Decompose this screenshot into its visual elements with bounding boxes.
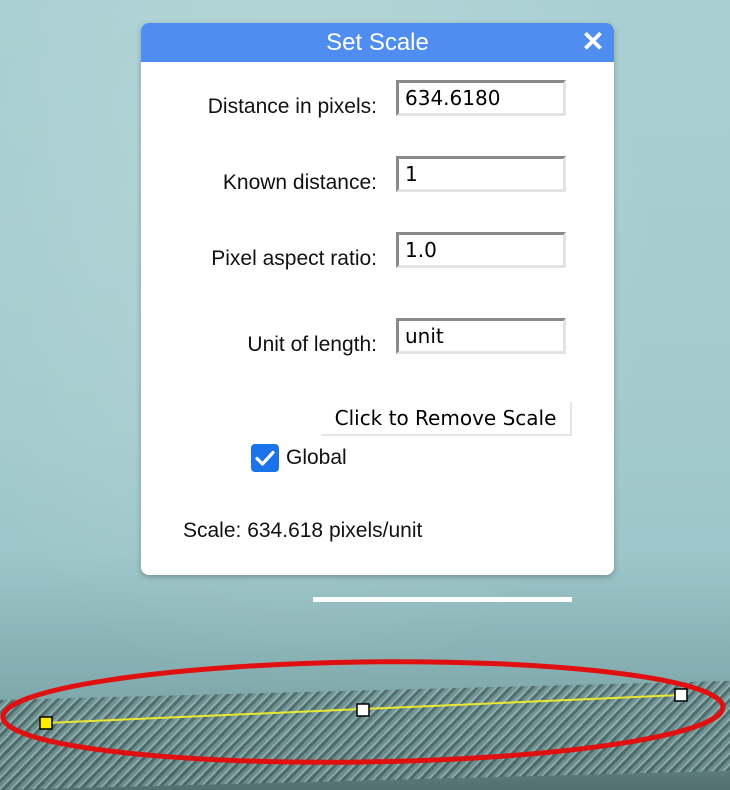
line-mid-handle[interactable] [356, 703, 370, 717]
pixel-aspect-ratio-label: Pixel aspect ratio: [211, 247, 377, 270]
distance-in-pixels-label: Distance in pixels: [207, 95, 377, 118]
remove-scale-button[interactable]: Click to Remove Scale [321, 402, 572, 436]
known-distance-label: Known distance: [222, 171, 377, 194]
close-icon[interactable]: ✕ [580, 27, 606, 57]
scale-readout: Scale: 634.618 pixels/unit [183, 519, 423, 542]
pixel-aspect-ratio-input[interactable] [396, 232, 566, 268]
line-start-handle[interactable] [39, 716, 53, 730]
global-checkbox[interactable] [251, 444, 279, 472]
known-distance-input[interactable] [396, 156, 566, 192]
checkmark-icon [255, 450, 275, 466]
global-label: Global [286, 446, 347, 469]
distance-in-pixels-input[interactable] [396, 80, 566, 116]
set-scale-dialog: Set Scale ✕ Distance in pixels: Known di… [141, 23, 614, 575]
unit-of-length-input[interactable] [396, 318, 566, 354]
dialog-titlebar[interactable]: Set Scale ✕ [141, 23, 614, 62]
dialog-title: Set Scale [326, 29, 429, 56]
line-end-handle[interactable] [674, 688, 688, 702]
unit-of-length-label: Unit of length: [247, 333, 377, 356]
